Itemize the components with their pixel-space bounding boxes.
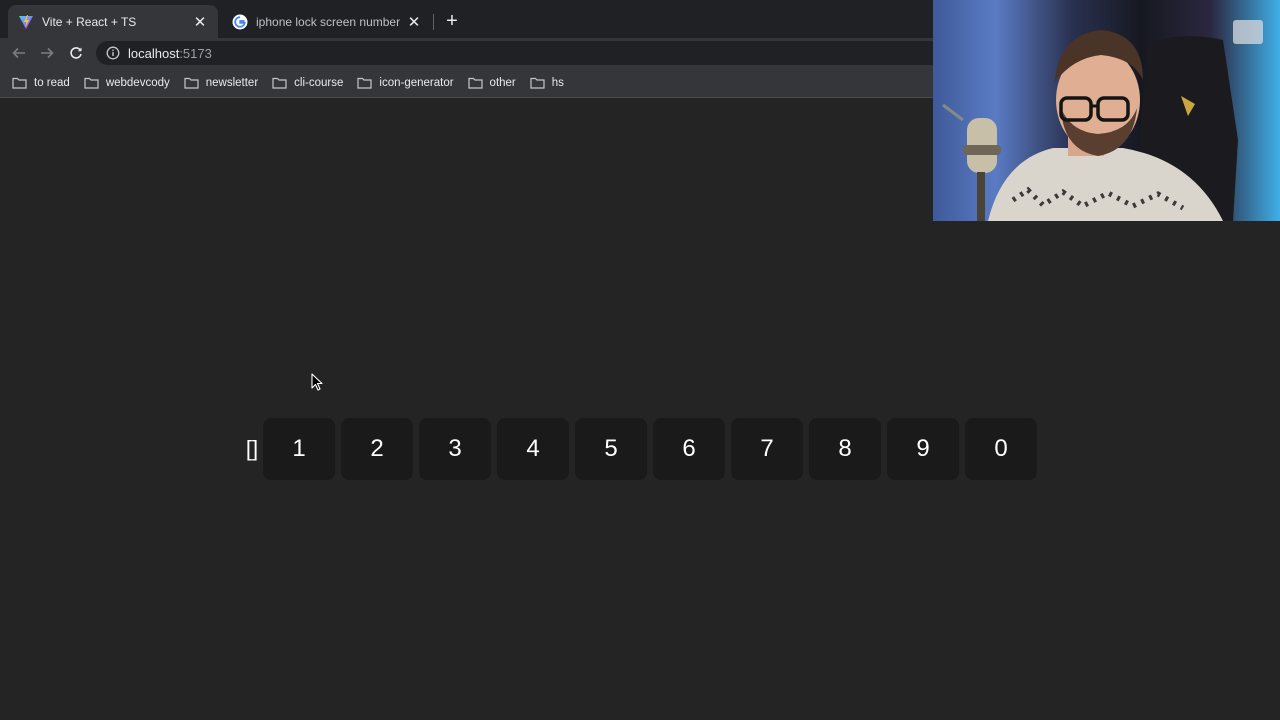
forward-arrow-icon[interactable] bbox=[38, 44, 56, 62]
webcam-presenter-image bbox=[942, 20, 1263, 221]
back-arrow-icon[interactable] bbox=[10, 44, 28, 62]
close-icon[interactable]: ✕ bbox=[406, 14, 422, 31]
folder-icon bbox=[12, 77, 27, 89]
bookmark-newsletter[interactable]: newsletter bbox=[184, 77, 258, 89]
tab-separator bbox=[433, 14, 434, 30]
tab-title: iphone lock screen number pa bbox=[256, 14, 400, 29]
folder-icon bbox=[357, 77, 372, 89]
digit-button-7[interactable]: 7 bbox=[731, 418, 803, 480]
digit-button-9[interactable]: 9 bbox=[887, 418, 959, 480]
digit-button-6[interactable]: 6 bbox=[653, 418, 725, 480]
bookmark-label: cli-course bbox=[294, 76, 344, 89]
digit-button-4[interactable]: 4 bbox=[497, 418, 569, 480]
digit-button-0[interactable]: 0 bbox=[965, 418, 1037, 480]
bookmark-label: newsletter bbox=[205, 76, 259, 89]
folder-icon bbox=[84, 77, 99, 89]
folder-icon bbox=[184, 77, 199, 89]
tab-iphone-lock-screen[interactable]: iphone lock screen number pa ✕ bbox=[222, 5, 432, 38]
info-icon[interactable] bbox=[106, 46, 120, 60]
bookmark-other[interactable]: other bbox=[467, 76, 516, 89]
bookmark-label: hs bbox=[551, 76, 564, 89]
url-host: localhost bbox=[128, 45, 180, 61]
address-bar[interactable]: localhost:5173 bbox=[96, 41, 956, 65]
bookmark-label: to read bbox=[34, 76, 70, 89]
bookmark-cli-course[interactable]: cli-course bbox=[272, 77, 343, 89]
bookmark-icon-generator[interactable]: icon-generator bbox=[357, 76, 454, 89]
bookmark-hs[interactable]: hs bbox=[530, 77, 564, 89]
folder-icon bbox=[467, 77, 483, 89]
vite-logo-icon bbox=[19, 14, 33, 29]
webcam-overlay bbox=[933, 0, 1280, 221]
url-port: :5173 bbox=[179, 45, 212, 61]
bookmark-label: icon-generator bbox=[379, 76, 454, 89]
digit-button-8[interactable]: 8 bbox=[809, 418, 881, 480]
folder-icon bbox=[530, 77, 545, 89]
reload-icon[interactable] bbox=[67, 44, 85, 62]
entered-code-display: [] bbox=[245, 436, 259, 461]
google-logo-icon bbox=[232, 14, 248, 29]
bookmark-label: other bbox=[489, 76, 516, 89]
tab-vite-react[interactable]: Vite + React + TS ✕ bbox=[8, 5, 218, 38]
mouse-cursor-icon bbox=[311, 373, 323, 391]
folder-icon bbox=[272, 77, 287, 89]
digit-button-5[interactable]: 5 bbox=[575, 418, 647, 480]
digit-button-2[interactable]: 2 bbox=[341, 418, 413, 480]
bookmark-label: webdevcody bbox=[105, 76, 170, 89]
close-icon[interactable]: ✕ bbox=[192, 14, 208, 31]
new-tab-plus-icon[interactable]: + bbox=[443, 11, 461, 31]
bookmark-webdevcody[interactable]: webdevcody bbox=[84, 77, 170, 89]
bookmark-to-read[interactable]: to read bbox=[12, 77, 70, 89]
digit-button-1[interactable]: 1 bbox=[263, 418, 335, 480]
digit-button-3[interactable]: 3 bbox=[419, 418, 491, 480]
tab-title: Vite + React + TS bbox=[42, 14, 137, 29]
keypad-row: [] 1 2 3 4 5 6 7 8 9 0 bbox=[243, 418, 1043, 480]
